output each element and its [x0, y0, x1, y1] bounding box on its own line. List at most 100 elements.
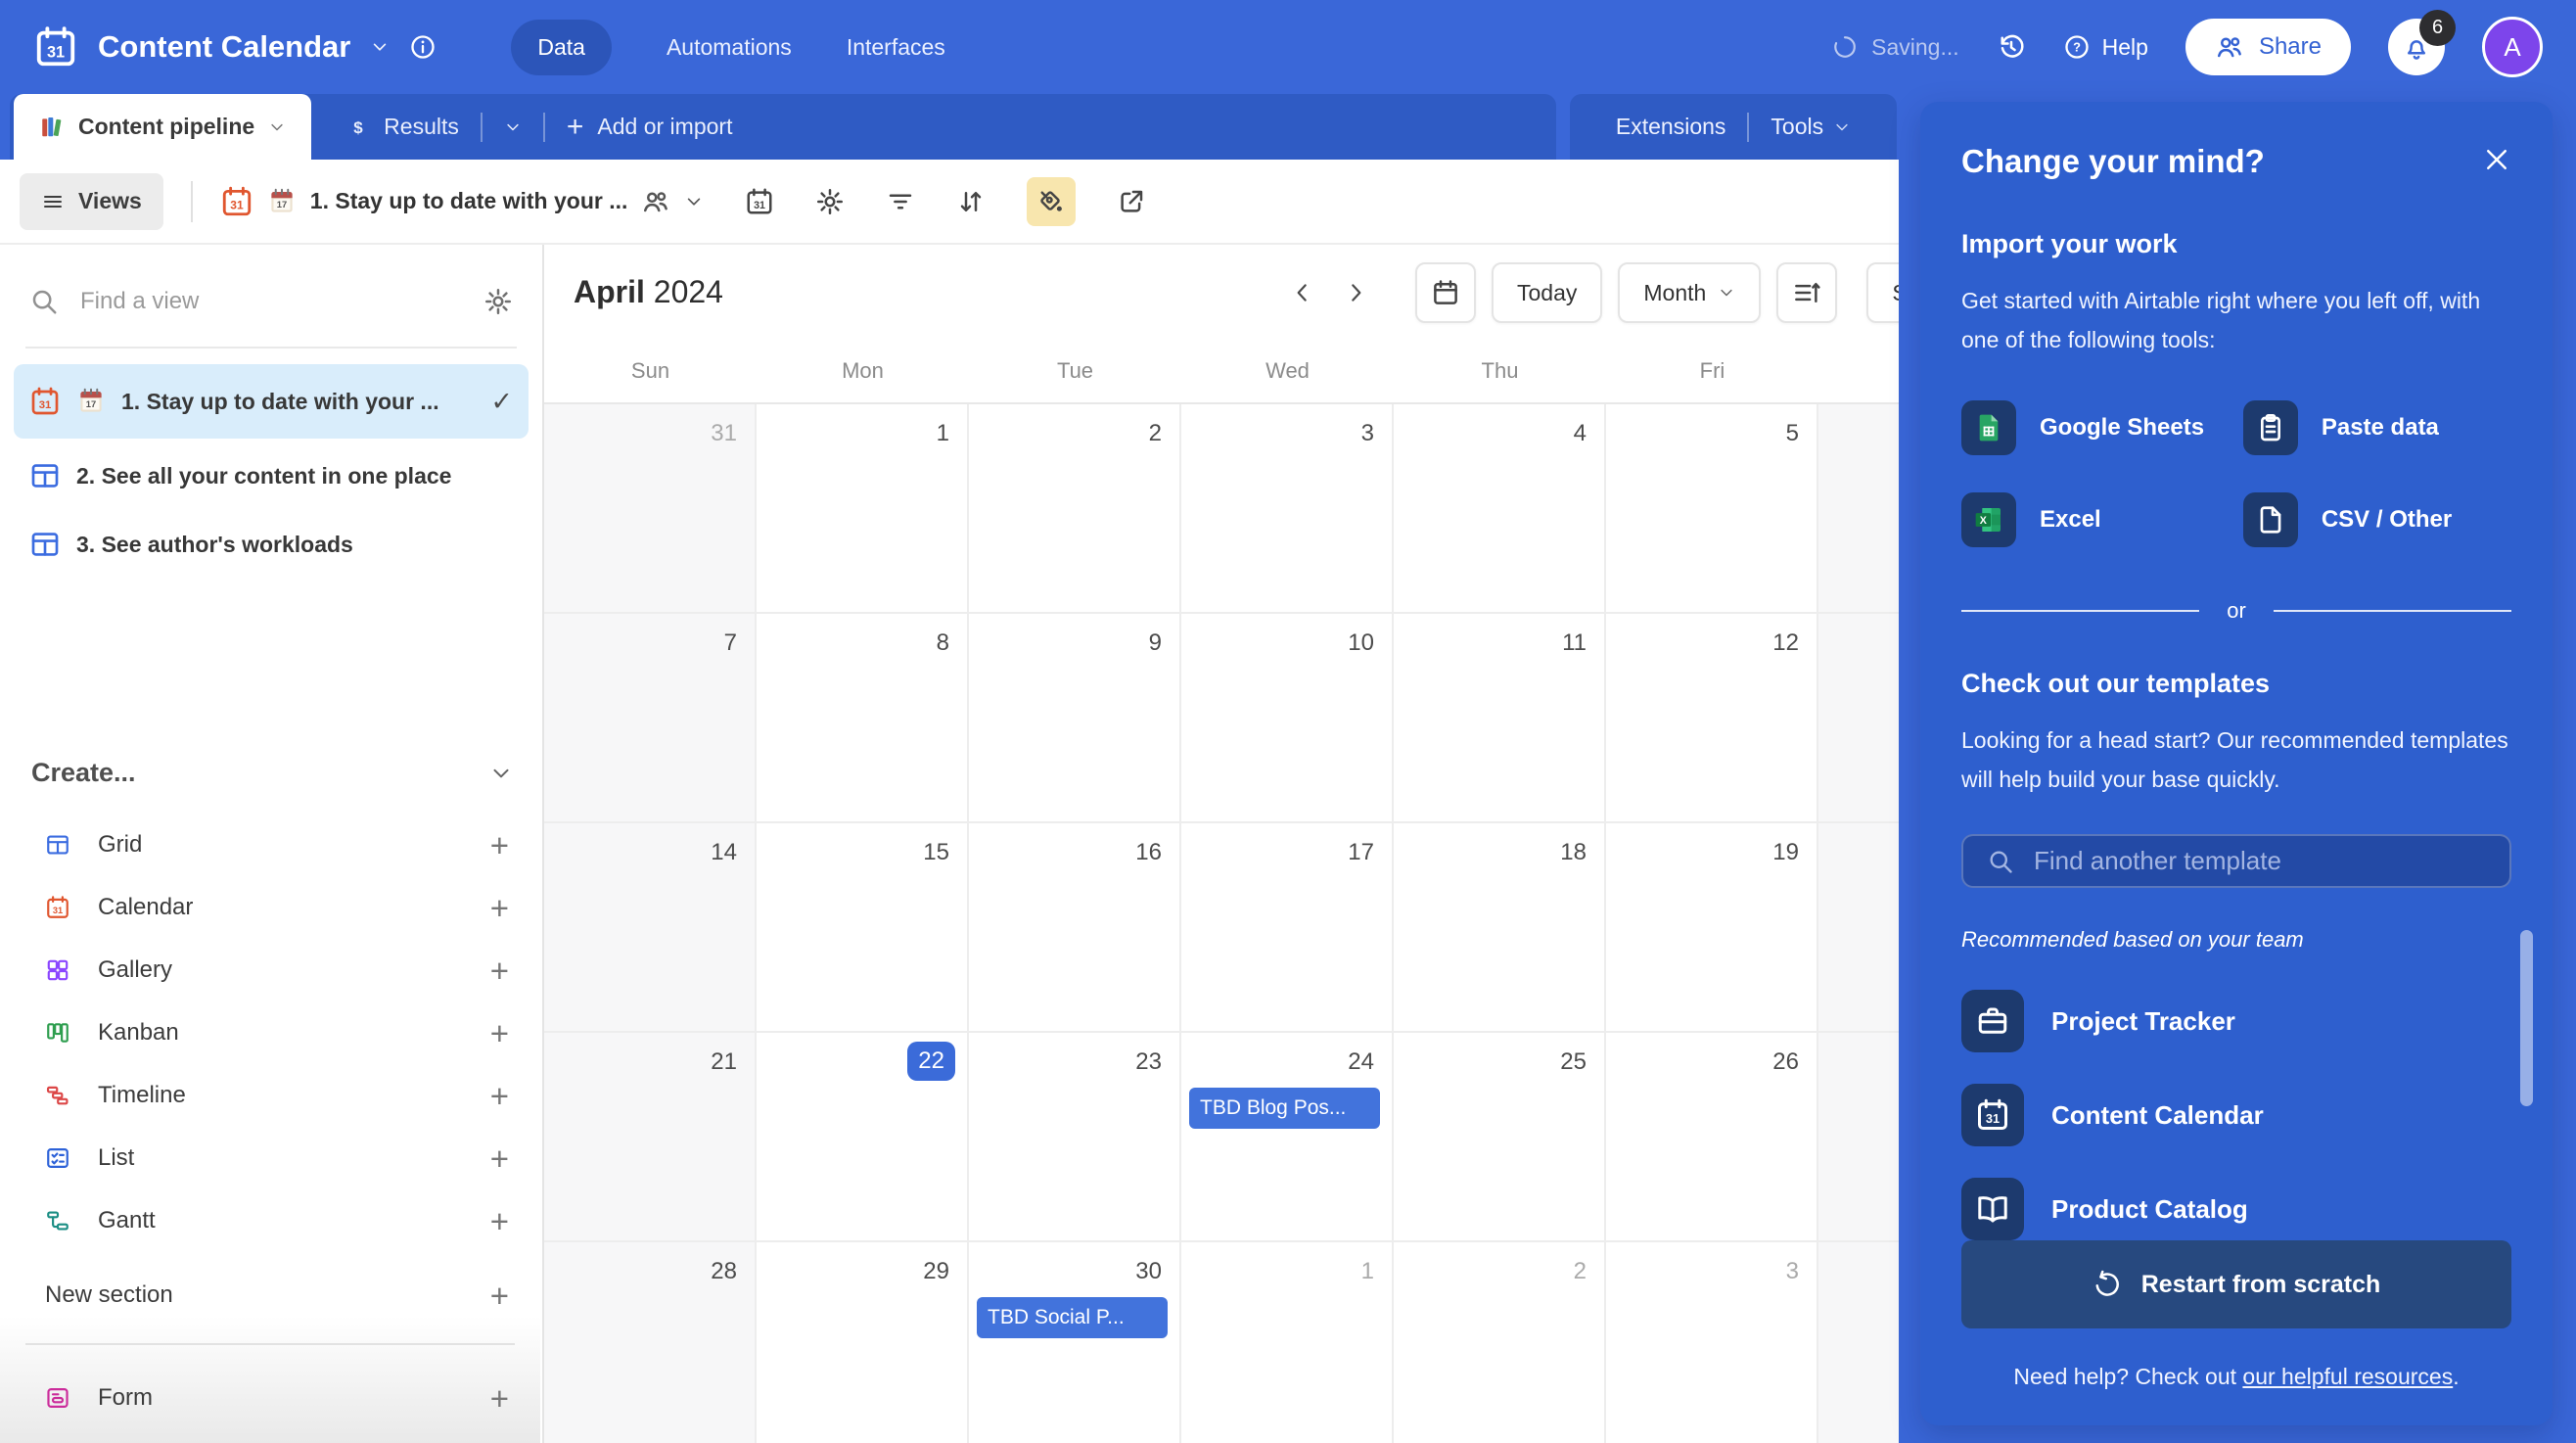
calendar-day-cell[interactable]: 16: [969, 823, 1181, 1031]
find-view-input[interactable]: [78, 287, 464, 316]
help-button[interactable]: ? Help: [2063, 33, 2148, 61]
history-icon[interactable]: [1997, 32, 2026, 62]
sidebar-view-item-2[interactable]: 2. See all your content in one place: [14, 444, 529, 507]
today-button[interactable]: Today: [1492, 262, 1602, 323]
calendar-day-cell[interactable]: 22: [757, 1033, 969, 1240]
table-tab-content-pipeline[interactable]: Content pipeline: [14, 94, 311, 160]
calendar-day-cell[interactable]: 3: [1606, 1242, 1818, 1443]
extensions-button[interactable]: Extensions: [1616, 114, 1726, 140]
chevron-down-icon[interactable]: [684, 192, 704, 211]
plus-icon[interactable]: +: [490, 954, 509, 987]
calendar-day-cell[interactable]: 28: [544, 1242, 757, 1443]
plus-icon[interactable]: +: [490, 892, 509, 924]
sidebar-view-item-3[interactable]: 3. See author's workloads: [14, 513, 529, 576]
nav-tab-automations[interactable]: Automations: [667, 34, 792, 61]
calendar-picker-button[interactable]: [1415, 262, 1476, 323]
calendar-day-cell[interactable]: 7: [544, 614, 757, 821]
helpful-resources-link[interactable]: our helpful resources: [2242, 1364, 2453, 1389]
calendar-day-cell[interactable]: [1818, 1242, 1899, 1443]
gear-icon[interactable]: [815, 187, 845, 216]
calendar-day-cell[interactable]: [1818, 404, 1899, 612]
calendar-day-cell[interactable]: 18: [1394, 823, 1606, 1031]
base-title[interactable]: Content Calendar: [98, 29, 350, 65]
calendar-day-cell[interactable]: 2: [969, 404, 1181, 612]
create-item-form[interactable]: Form +: [0, 1367, 542, 1429]
calendar-day-cell[interactable]: [1818, 1033, 1899, 1240]
calendar-day-cell[interactable]: 3: [1181, 404, 1394, 612]
create-item-list[interactable]: List+: [0, 1127, 542, 1189]
calendar-event[interactable]: TBD Blog Pos...: [1189, 1088, 1380, 1129]
calendar-day-cell[interactable]: 23: [969, 1033, 1181, 1240]
create-item-gantt[interactable]: Gantt+: [0, 1189, 542, 1252]
calendar-day-cell[interactable]: 26: [1606, 1033, 1818, 1240]
plus-icon[interactable]: +: [490, 1142, 509, 1175]
panel-scrollbar[interactable]: [2520, 930, 2533, 1106]
table-tab-results[interactable]: $ Results: [346, 114, 459, 140]
sidebar-view-item-1[interactable]: 31171. Stay up to date with your ...✓: [14, 364, 529, 439]
calendar-day-cell[interactable]: 1: [757, 404, 969, 612]
gear-icon[interactable]: [483, 287, 513, 316]
open-external-icon[interactable]: [1117, 187, 1146, 216]
color-button-highlighted[interactable]: [1027, 177, 1076, 226]
import-tool-csv-other[interactable]: CSV / Other: [2243, 492, 2511, 547]
import-tool-excel[interactable]: XExcel: [1961, 492, 2243, 547]
calendar-day-cell[interactable]: 19: [1606, 823, 1818, 1031]
create-item-timeline[interactable]: Timeline+: [0, 1064, 542, 1127]
calendar-day-cell[interactable]: 12: [1606, 614, 1818, 821]
plus-icon[interactable]: +: [490, 1382, 509, 1415]
calendar-day-cell[interactable]: 4: [1394, 404, 1606, 612]
create-item-gallery[interactable]: Gallery+: [0, 939, 542, 1001]
import-tool-google-sheets[interactable]: Google Sheets: [1961, 400, 2243, 455]
plus-icon[interactable]: +: [490, 1017, 509, 1049]
new-section-row[interactable]: New section +: [0, 1266, 542, 1325]
calendar-day-cell[interactable]: 1: [1181, 1242, 1394, 1443]
info-icon[interactable]: [409, 33, 437, 61]
calendar-day-cell[interactable]: [1818, 614, 1899, 821]
create-item-kanban[interactable]: Kanban+: [0, 1001, 542, 1064]
filter-icon[interactable]: [886, 187, 915, 216]
sort-icon[interactable]: [956, 187, 986, 216]
see-records-button[interactable]: See records: [1866, 262, 1899, 323]
calendar-day-cell[interactable]: 15: [757, 823, 969, 1031]
collaborators-icon[interactable]: [641, 187, 670, 216]
plus-icon[interactable]: +: [490, 1280, 509, 1312]
views-button[interactable]: Views: [20, 173, 163, 230]
date-settings-icon[interactable]: 31: [745, 187, 774, 216]
current-view-name[interactable]: 31 17 1. Stay up to date with your ...: [220, 185, 705, 218]
calendar-day-cell[interactable]: 25: [1394, 1033, 1606, 1240]
chevron-down-icon[interactable]: [1833, 118, 1851, 136]
calendar-day-cell[interactable]: [1818, 823, 1899, 1031]
share-button[interactable]: Share: [2185, 19, 2351, 75]
restart-from-scratch-button[interactable]: Restart from scratch: [1961, 1240, 2511, 1328]
calendar-day-cell[interactable]: 31: [544, 404, 757, 612]
find-view-search[interactable]: [29, 272, 513, 331]
template-search[interactable]: [1961, 834, 2511, 888]
plus-icon[interactable]: +: [490, 1205, 509, 1237]
add-or-import-button[interactable]: + Add or import: [567, 113, 733, 142]
calendar-day-cell[interactable]: 21: [544, 1033, 757, 1240]
close-icon[interactable]: [2482, 145, 2511, 174]
template-search-input[interactable]: [2032, 845, 2486, 877]
template-item-content-calendar[interactable]: 31Content Calendar: [1961, 1084, 2511, 1146]
template-item-product-catalog[interactable]: Product Catalog: [1961, 1178, 2511, 1240]
nav-tab-data[interactable]: Data: [511, 20, 612, 75]
calendar-day-cell[interactable]: 10: [1181, 614, 1394, 821]
chevron-down-icon[interactable]: [370, 37, 390, 57]
calendar-day-cell[interactable]: 14: [544, 823, 757, 1031]
calendar-day-cell[interactable]: 29: [757, 1242, 969, 1443]
calendar-day-cell[interactable]: 11: [1394, 614, 1606, 821]
chevron-down-icon[interactable]: [489, 762, 513, 785]
nav-tab-interfaces[interactable]: Interfaces: [847, 34, 945, 61]
chevron-left-icon[interactable]: [1290, 280, 1315, 305]
tools-button[interactable]: Tools: [1771, 114, 1823, 140]
plus-icon[interactable]: +: [490, 829, 509, 861]
template-item-project-tracker[interactable]: Project Tracker: [1961, 990, 2511, 1052]
calendar-day-cell[interactable]: 9: [969, 614, 1181, 821]
create-item-grid[interactable]: Grid+: [0, 814, 542, 876]
today-date-badge[interactable]: 22: [907, 1042, 955, 1081]
avatar[interactable]: A: [2482, 17, 2543, 77]
chevron-down-icon[interactable]: [504, 118, 522, 136]
notifications-button[interactable]: 6: [2388, 19, 2445, 75]
create-section-header[interactable]: Create...: [31, 758, 513, 788]
calendar-day-cell[interactable]: 5: [1606, 404, 1818, 612]
